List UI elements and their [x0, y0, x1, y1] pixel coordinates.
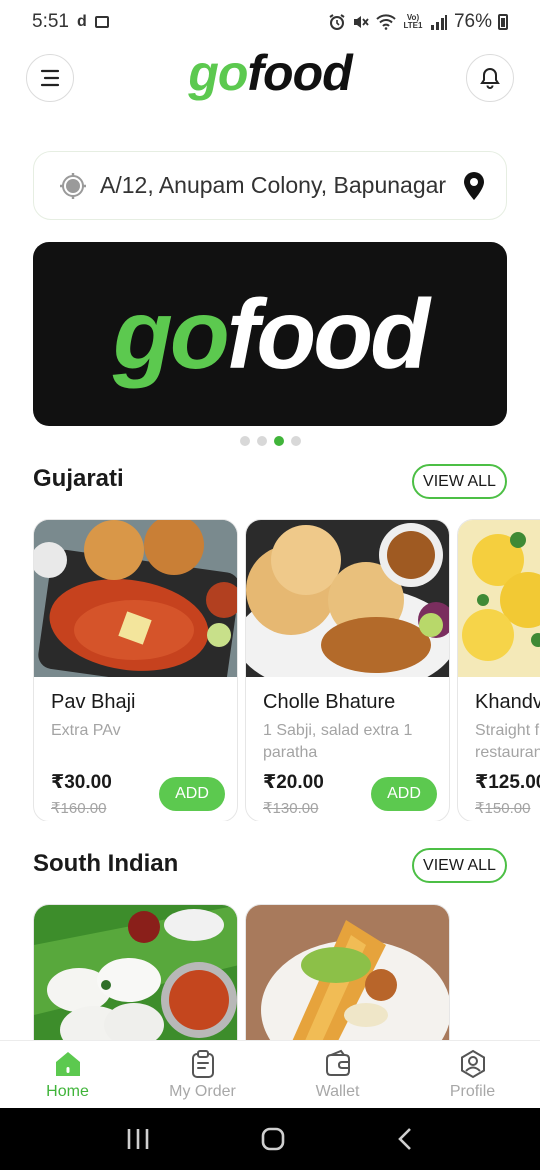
location-bar[interactable]: A/12, Anupam Colony, Bapunagar — [33, 151, 507, 220]
carousel-dot[interactable] — [256, 436, 267, 446]
food-description: 1 Sabji, salad extra 1 paratha — [263, 722, 413, 761]
card-body: Cholle Bhature 1 Sabji, salad extra 1 pa… — [246, 677, 449, 821]
nav-label: My Order — [169, 1083, 236, 1100]
signal-icon — [430, 15, 447, 30]
gujarati-card-row: Pav Bhaji Extra PAv ₹30.00 ₹160.00 ADD C… — [33, 519, 540, 821]
food-price: ₹30.00 — [51, 772, 112, 793]
logo-food: food — [247, 45, 352, 101]
food-image-khandvi — [458, 520, 540, 677]
food-description: Extra PAv — [51, 722, 121, 739]
map-pin-icon[interactable] — [462, 171, 486, 201]
hamburger-menu-icon — [40, 69, 60, 87]
section-title-gujarati: Gujarati — [33, 465, 124, 492]
banner-logo-food: food — [226, 278, 430, 389]
food-card-cholle-bhature[interactable]: Cholle Bhature 1 Sabji, salad extra 1 pa… — [245, 519, 450, 821]
food-card-pav-bhaji[interactable]: Pav Bhaji Extra PAv ₹30.00 ₹160.00 ADD — [33, 519, 238, 821]
view-all-south-indian-button[interactable]: VIEW ALL — [412, 848, 507, 883]
battery-percent: 76% — [453, 11, 492, 32]
banner-logo-go: go — [113, 278, 230, 389]
recent-apps-icon[interactable] — [125, 1127, 151, 1151]
food-image-cholle-bhature — [246, 520, 449, 677]
nav-profile[interactable]: Profile — [405, 1041, 540, 1108]
status-time: 5:51 — [32, 11, 69, 32]
home-icon — [55, 1052, 80, 1076]
app-header: gofood — [0, 45, 540, 106]
nav-label: Profile — [449, 1083, 496, 1100]
bell-icon — [480, 67, 500, 89]
gps-target-icon — [60, 172, 86, 199]
food-old-price: ₹150.00 — [475, 800, 531, 817]
wifi-icon — [376, 14, 396, 30]
food-image-idli — [34, 905, 237, 1040]
app-logo: gofood — [0, 44, 540, 102]
food-price: ₹20.00 — [263, 772, 324, 793]
nav-label: Home — [46, 1083, 89, 1100]
gallery-icon — [94, 16, 109, 28]
alarm-icon — [329, 14, 345, 30]
carousel-dot[interactable] — [239, 436, 250, 446]
nav-label: Wallet — [315, 1083, 360, 1100]
bottom-navigation: Home My Order Wallet Profile — [0, 1040, 540, 1108]
promo-banner[interactable]: gofood — [33, 242, 507, 426]
food-card-dosa[interactable] — [245, 904, 450, 1040]
south-indian-card-row — [33, 904, 540, 1040]
logo-go: go — [188, 45, 248, 101]
notification-d-icon: d — [76, 13, 87, 30]
food-card-idli[interactable] — [33, 904, 238, 1040]
food-name: Cholle Bhature — [263, 691, 396, 713]
card-body: Pav Bhaji Extra PAv ₹30.00 ₹160.00 ADD — [34, 677, 237, 821]
system-navigation-bar — [0, 1108, 540, 1170]
profile-icon — [460, 1049, 485, 1079]
home-system-icon[interactable] — [260, 1126, 286, 1152]
food-price: ₹125.00 — [475, 772, 540, 793]
menu-button[interactable] — [26, 54, 74, 102]
status-bar: 5:51 d Vo) LTE1 76% — [0, 0, 540, 44]
wallet-icon — [325, 1049, 350, 1076]
location-address: A/12, Anupam Colony, Bapunagar — [100, 172, 447, 198]
food-old-price: ₹160.00 — [51, 800, 107, 817]
mute-icon — [353, 16, 369, 28]
add-to-cart-button[interactable]: ADD — [159, 777, 225, 811]
network-label: Vo) LTE1 — [403, 13, 423, 30]
nav-my-order[interactable]: My Order — [135, 1041, 270, 1108]
food-name: Khandvi — [475, 691, 540, 713]
section-title-south-indian: South Indian — [33, 850, 179, 877]
battery-icon — [498, 14, 508, 30]
notifications-button[interactable] — [466, 54, 514, 102]
carousel-dots — [0, 436, 540, 446]
food-card-khandvi[interactable]: Khandvi Straight from the restaurant ₹12… — [457, 519, 540, 821]
carousel-dot[interactable] — [290, 436, 301, 446]
back-icon[interactable] — [395, 1126, 415, 1152]
food-old-price: ₹130.00 — [263, 800, 319, 817]
add-to-cart-button[interactable]: ADD — [371, 777, 437, 811]
food-image-dosa — [246, 905, 449, 1040]
clipboard-icon — [191, 1050, 214, 1078]
view-all-gujarati-button[interactable]: VIEW ALL — [412, 464, 507, 499]
food-image-pav-bhaji — [34, 520, 237, 677]
nav-wallet[interactable]: Wallet — [270, 1041, 405, 1108]
food-description: Straight from the restaurant — [475, 722, 540, 761]
carousel-dot-active[interactable] — [273, 436, 284, 446]
nav-home[interactable]: Home — [0, 1041, 135, 1108]
food-name: Pav Bhaji — [51, 691, 136, 713]
banner-logo: gofood — [113, 278, 430, 391]
card-body: Khandvi Straight from the restaurant ₹12… — [458, 677, 540, 821]
